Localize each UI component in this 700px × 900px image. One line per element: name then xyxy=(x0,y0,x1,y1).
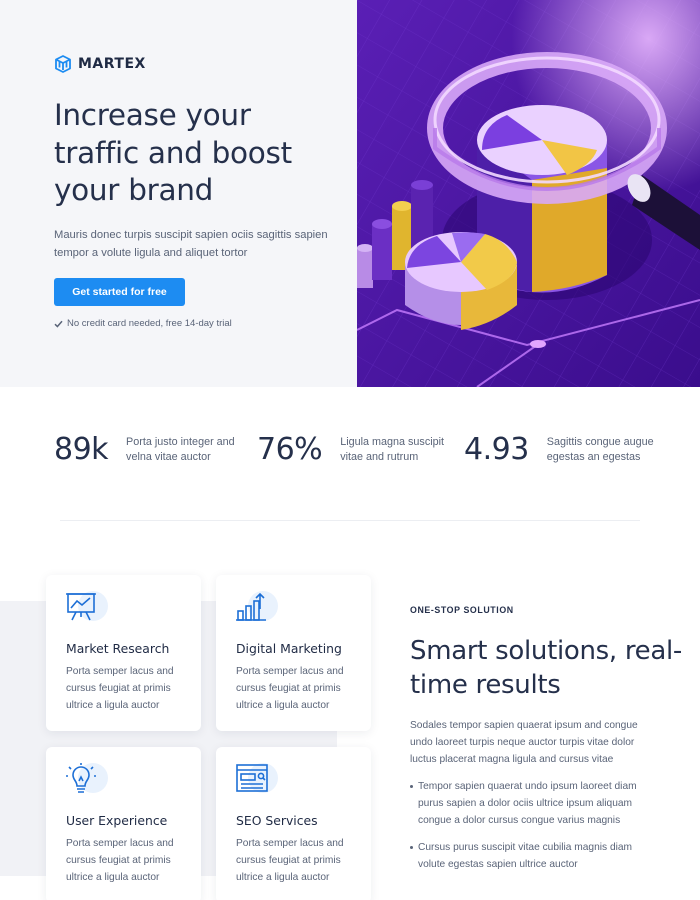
stat-item: 4.93 Sagittis congue augue egestas an eg… xyxy=(464,430,667,470)
stat-value: 4.93 xyxy=(464,432,529,467)
section-title: Smart solutions, real-time results xyxy=(410,636,682,700)
feature-card-market-research[interactable]: Market Research Porta semper lacus and c… xyxy=(46,575,201,731)
check-icon xyxy=(54,320,63,328)
stat-value: 89k xyxy=(54,432,109,467)
stat-label: Porta justo integer and velna vitae auct… xyxy=(126,436,235,463)
list-item: Cursus purus suscipit vitae cubilia magn… xyxy=(410,839,660,873)
feature-description: Porta semper lacus and cursus feugiat at… xyxy=(66,838,174,883)
brand-logo[interactable]: MARTEX xyxy=(54,55,146,73)
feature-card-seo-services[interactable]: SEO Services Porta semper lacus and curs… xyxy=(216,747,371,900)
feature-card-user-experience[interactable]: User Experience Porta semper lacus and c… xyxy=(46,747,201,900)
section-divider xyxy=(60,520,640,521)
stats-section: 89k Porta justo integer and velna vitae … xyxy=(0,420,700,480)
feature-description: Porta semper lacus and cursus feugiat at… xyxy=(236,666,344,711)
feature-title: SEO Services xyxy=(236,813,318,828)
feature-description: Porta semper lacus and cursus feugiat at… xyxy=(66,666,174,711)
stat-value: 76% xyxy=(257,432,323,467)
cta-note-text: No credit card needed, free 14-day trial xyxy=(67,318,232,329)
hero-title: Increase your traffic and boost your bra… xyxy=(54,98,292,207)
stat-item: 76% Ligula magna suscipit vitae and rutr… xyxy=(257,430,460,470)
feature-card-digital-marketing[interactable]: Digital Marketing Porta semper lacus and… xyxy=(216,575,371,731)
section-description: Sodales tempor sapien quaerat ipsum and … xyxy=(410,720,638,765)
solutions-bullet-list: Tempor sapien quaerat undo ipsum laoreet… xyxy=(410,778,660,883)
list-item: Tempor sapien quaerat undo ipsum laoreet… xyxy=(410,778,660,829)
bar-chart-growth-icon xyxy=(234,589,278,629)
brand-name: MARTEX xyxy=(78,56,146,72)
section-eyebrow: ONE-STOP SOLUTION xyxy=(410,605,514,615)
feature-title: User Experience xyxy=(66,813,168,828)
cta-note: No credit card needed, free 14-day trial xyxy=(54,318,232,329)
get-started-button[interactable]: Get started for free xyxy=(54,278,185,306)
seo-browser-icon xyxy=(234,761,278,801)
hero-description: Mauris donec turpis suscipit sapien ocii… xyxy=(54,229,328,259)
stat-label: Sagittis congue augue egestas an egestas xyxy=(546,436,654,463)
feature-description: Porta semper lacus and cursus feugiat at… xyxy=(236,838,344,883)
hero-content: MARTEX Increase your traffic and boost y… xyxy=(0,0,357,387)
hero-section: MARTEX Increase your traffic and boost y… xyxy=(0,0,700,387)
lightbulb-icon xyxy=(64,761,108,801)
stat-label: Ligula magna suscipit vitae and rutrum xyxy=(340,436,445,463)
stat-item: 89k Porta justo integer and velna vitae … xyxy=(54,430,246,470)
magnifying-glass-pie-chart-illustration xyxy=(357,0,700,387)
feature-title: Market Research xyxy=(66,641,170,656)
presentation-chart-icon xyxy=(64,589,108,629)
cube-logo-icon xyxy=(55,55,71,73)
feature-title: Digital Marketing xyxy=(236,641,342,656)
